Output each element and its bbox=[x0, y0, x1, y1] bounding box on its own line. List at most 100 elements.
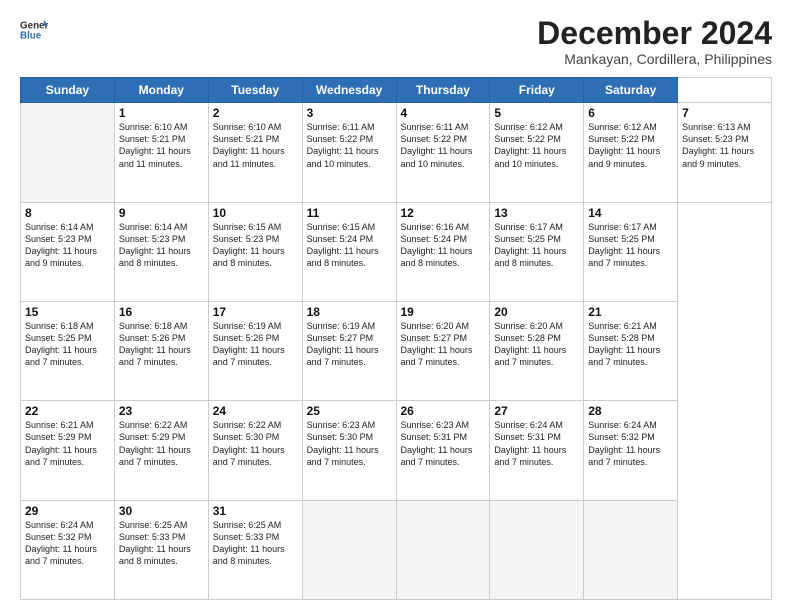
day-number: 22 bbox=[25, 404, 110, 418]
header: General Blue December 2024 Mankayan, Cor… bbox=[20, 16, 772, 67]
cell-info: Sunrise: 6:12 AM Sunset: 5:22 PM Dayligh… bbox=[494, 121, 579, 170]
page: General Blue December 2024 Mankayan, Cor… bbox=[0, 0, 792, 612]
calendar-cell: 5 Sunrise: 6:12 AM Sunset: 5:22 PM Dayli… bbox=[490, 103, 584, 202]
day-number: 25 bbox=[307, 404, 392, 418]
day-number: 23 bbox=[119, 404, 204, 418]
week-row-0: 1 Sunrise: 6:10 AM Sunset: 5:21 PM Dayli… bbox=[21, 103, 772, 202]
cell-info: Sunrise: 6:21 AM Sunset: 5:29 PM Dayligh… bbox=[25, 419, 110, 468]
calendar-cell: 12 Sunrise: 6:16 AM Sunset: 5:24 PM Dayl… bbox=[396, 202, 490, 301]
day-header-monday: Monday bbox=[114, 78, 208, 103]
day-number: 20 bbox=[494, 305, 579, 319]
calendar-cell: 30 Sunrise: 6:25 AM Sunset: 5:33 PM Dayl… bbox=[114, 500, 208, 599]
day-number: 1 bbox=[119, 106, 204, 120]
week-row-2: 15 Sunrise: 6:18 AM Sunset: 5:25 PM Dayl… bbox=[21, 301, 772, 400]
calendar-cell: 20 Sunrise: 6:20 AM Sunset: 5:28 PM Dayl… bbox=[490, 301, 584, 400]
day-number: 8 bbox=[25, 206, 110, 220]
cell-info: Sunrise: 6:21 AM Sunset: 5:28 PM Dayligh… bbox=[588, 320, 673, 369]
day-header-friday: Friday bbox=[490, 78, 584, 103]
title-area: December 2024 Mankayan, Cordillera, Phil… bbox=[537, 16, 772, 67]
day-number: 19 bbox=[401, 305, 486, 319]
day-number: 28 bbox=[588, 404, 673, 418]
cell-info: Sunrise: 6:23 AM Sunset: 5:31 PM Dayligh… bbox=[401, 419, 486, 468]
day-number: 10 bbox=[213, 206, 298, 220]
calendar-cell bbox=[302, 500, 396, 599]
day-number: 4 bbox=[401, 106, 486, 120]
logo: General Blue bbox=[20, 16, 48, 44]
calendar-cell: 21 Sunrise: 6:21 AM Sunset: 5:28 PM Dayl… bbox=[584, 301, 678, 400]
cell-info: Sunrise: 6:12 AM Sunset: 5:22 PM Dayligh… bbox=[588, 121, 673, 170]
day-header-wednesday: Wednesday bbox=[302, 78, 396, 103]
day-header-sunday: Sunday bbox=[21, 78, 115, 103]
cell-info: Sunrise: 6:10 AM Sunset: 5:21 PM Dayligh… bbox=[119, 121, 204, 170]
calendar-cell: 16 Sunrise: 6:18 AM Sunset: 5:26 PM Dayl… bbox=[114, 301, 208, 400]
month-title: December 2024 bbox=[537, 16, 772, 51]
day-header-tuesday: Tuesday bbox=[208, 78, 302, 103]
day-number: 13 bbox=[494, 206, 579, 220]
calendar-cell: 6 Sunrise: 6:12 AM Sunset: 5:22 PM Dayli… bbox=[584, 103, 678, 202]
calendar-cell: 8 Sunrise: 6:14 AM Sunset: 5:23 PM Dayli… bbox=[21, 202, 115, 301]
cell-info: Sunrise: 6:24 AM Sunset: 5:32 PM Dayligh… bbox=[25, 519, 110, 568]
week-row-1: 8 Sunrise: 6:14 AM Sunset: 5:23 PM Dayli… bbox=[21, 202, 772, 301]
calendar-cell: 17 Sunrise: 6:19 AM Sunset: 5:26 PM Dayl… bbox=[208, 301, 302, 400]
calendar-cell: 13 Sunrise: 6:17 AM Sunset: 5:25 PM Dayl… bbox=[490, 202, 584, 301]
day-number: 11 bbox=[307, 206, 392, 220]
cell-info: Sunrise: 6:18 AM Sunset: 5:25 PM Dayligh… bbox=[25, 320, 110, 369]
cell-info: Sunrise: 6:15 AM Sunset: 5:23 PM Dayligh… bbox=[213, 221, 298, 270]
day-number: 24 bbox=[213, 404, 298, 418]
calendar-cell bbox=[396, 500, 490, 599]
cell-info: Sunrise: 6:14 AM Sunset: 5:23 PM Dayligh… bbox=[119, 221, 204, 270]
day-number: 9 bbox=[119, 206, 204, 220]
day-number: 15 bbox=[25, 305, 110, 319]
day-number: 27 bbox=[494, 404, 579, 418]
day-number: 12 bbox=[401, 206, 486, 220]
day-number: 14 bbox=[588, 206, 673, 220]
calendar-cell: 22 Sunrise: 6:21 AM Sunset: 5:29 PM Dayl… bbox=[21, 401, 115, 500]
calendar-cell bbox=[21, 103, 115, 202]
cell-info: Sunrise: 6:18 AM Sunset: 5:26 PM Dayligh… bbox=[119, 320, 204, 369]
day-number: 16 bbox=[119, 305, 204, 319]
day-header-saturday: Saturday bbox=[584, 78, 678, 103]
cell-info: Sunrise: 6:15 AM Sunset: 5:24 PM Dayligh… bbox=[307, 221, 392, 270]
calendar-table: SundayMondayTuesdayWednesdayThursdayFrid… bbox=[20, 77, 772, 600]
calendar-cell: 9 Sunrise: 6:14 AM Sunset: 5:23 PM Dayli… bbox=[114, 202, 208, 301]
cell-info: Sunrise: 6:24 AM Sunset: 5:31 PM Dayligh… bbox=[494, 419, 579, 468]
cell-info: Sunrise: 6:19 AM Sunset: 5:27 PM Dayligh… bbox=[307, 320, 392, 369]
day-number: 30 bbox=[119, 504, 204, 518]
day-header-thursday: Thursday bbox=[396, 78, 490, 103]
day-number: 17 bbox=[213, 305, 298, 319]
calendar-cell bbox=[584, 500, 678, 599]
day-number: 29 bbox=[25, 504, 110, 518]
day-number: 31 bbox=[213, 504, 298, 518]
calendar-cell: 24 Sunrise: 6:22 AM Sunset: 5:30 PM Dayl… bbox=[208, 401, 302, 500]
calendar-cell: 2 Sunrise: 6:10 AM Sunset: 5:21 PM Dayli… bbox=[208, 103, 302, 202]
week-row-4: 29 Sunrise: 6:24 AM Sunset: 5:32 PM Dayl… bbox=[21, 500, 772, 599]
svg-text:Blue: Blue bbox=[20, 30, 42, 41]
calendar-cell: 7 Sunrise: 6:13 AM Sunset: 5:23 PM Dayli… bbox=[678, 103, 772, 202]
calendar-cell: 14 Sunrise: 6:17 AM Sunset: 5:25 PM Dayl… bbox=[584, 202, 678, 301]
calendar-cell: 11 Sunrise: 6:15 AM Sunset: 5:24 PM Dayl… bbox=[302, 202, 396, 301]
cell-info: Sunrise: 6:24 AM Sunset: 5:32 PM Dayligh… bbox=[588, 419, 673, 468]
calendar-cell: 10 Sunrise: 6:15 AM Sunset: 5:23 PM Dayl… bbox=[208, 202, 302, 301]
location-subtitle: Mankayan, Cordillera, Philippines bbox=[537, 51, 772, 67]
cell-info: Sunrise: 6:20 AM Sunset: 5:27 PM Dayligh… bbox=[401, 320, 486, 369]
calendar-cell: 31 Sunrise: 6:25 AM Sunset: 5:33 PM Dayl… bbox=[208, 500, 302, 599]
day-number: 5 bbox=[494, 106, 579, 120]
calendar-cell: 23 Sunrise: 6:22 AM Sunset: 5:29 PM Dayl… bbox=[114, 401, 208, 500]
logo-icon: General Blue bbox=[20, 16, 48, 44]
calendar-cell: 18 Sunrise: 6:19 AM Sunset: 5:27 PM Dayl… bbox=[302, 301, 396, 400]
day-number: 2 bbox=[213, 106, 298, 120]
calendar-cell: 28 Sunrise: 6:24 AM Sunset: 5:32 PM Dayl… bbox=[584, 401, 678, 500]
cell-info: Sunrise: 6:25 AM Sunset: 5:33 PM Dayligh… bbox=[213, 519, 298, 568]
calendar-cell: 1 Sunrise: 6:10 AM Sunset: 5:21 PM Dayli… bbox=[114, 103, 208, 202]
day-number: 18 bbox=[307, 305, 392, 319]
day-number: 6 bbox=[588, 106, 673, 120]
calendar-cell: 19 Sunrise: 6:20 AM Sunset: 5:27 PM Dayl… bbox=[396, 301, 490, 400]
day-number: 21 bbox=[588, 305, 673, 319]
cell-info: Sunrise: 6:16 AM Sunset: 5:24 PM Dayligh… bbox=[401, 221, 486, 270]
cell-info: Sunrise: 6:11 AM Sunset: 5:22 PM Dayligh… bbox=[307, 121, 392, 170]
cell-info: Sunrise: 6:13 AM Sunset: 5:23 PM Dayligh… bbox=[682, 121, 767, 170]
cell-info: Sunrise: 6:14 AM Sunset: 5:23 PM Dayligh… bbox=[25, 221, 110, 270]
cell-info: Sunrise: 6:17 AM Sunset: 5:25 PM Dayligh… bbox=[494, 221, 579, 270]
day-number: 26 bbox=[401, 404, 486, 418]
cell-info: Sunrise: 6:22 AM Sunset: 5:29 PM Dayligh… bbox=[119, 419, 204, 468]
